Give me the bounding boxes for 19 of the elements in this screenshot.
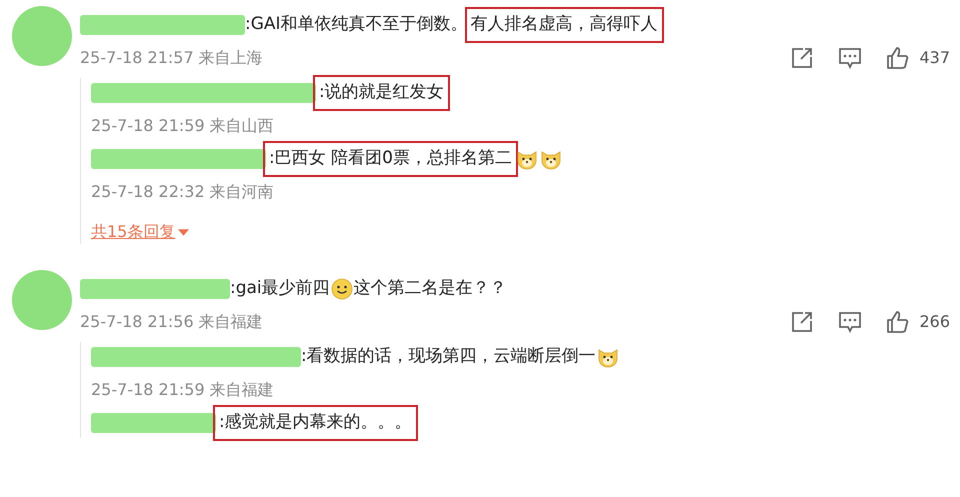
- comment-icon[interactable]: [837, 45, 864, 71]
- comment-text: :看数据的话，现场第四，云端断层倒一: [301, 345, 596, 368]
- comment-text: 这个第二名是在？？: [354, 277, 507, 300]
- smiley-icon: [330, 278, 353, 300]
- reply-meta: 25-7-18 21:59 来自山西: [91, 115, 274, 137]
- comment-text: :感觉就是内幕来的。。。: [216, 408, 415, 438]
- reply-meta: 25-7-18 22:32 来自河南: [91, 181, 274, 203]
- comment-text: :巴西女 陪看团0票，总排名第二: [266, 144, 515, 174]
- like-count: 437: [919, 47, 950, 69]
- caret-icon[interactable]: [178, 228, 190, 236]
- like-count: 266: [919, 311, 950, 333]
- comment-meta: 25-7-18 21:57 来自上海: [80, 47, 263, 69]
- reply-meta: 25-7-18 21:59 来自福建: [91, 379, 274, 401]
- comment-text: 有人排名虚高，高得吓人: [468, 10, 661, 40]
- comment-text: :gai最少前四: [230, 277, 330, 300]
- comment-text: :说的就是红发女: [316, 78, 447, 108]
- comment-icon[interactable]: [837, 309, 864, 335]
- comment-text: :GAI和单依纯真不至于倒数。: [245, 13, 468, 36]
- comment-meta: 25-7-18 21:56 来自福建: [80, 311, 263, 333]
